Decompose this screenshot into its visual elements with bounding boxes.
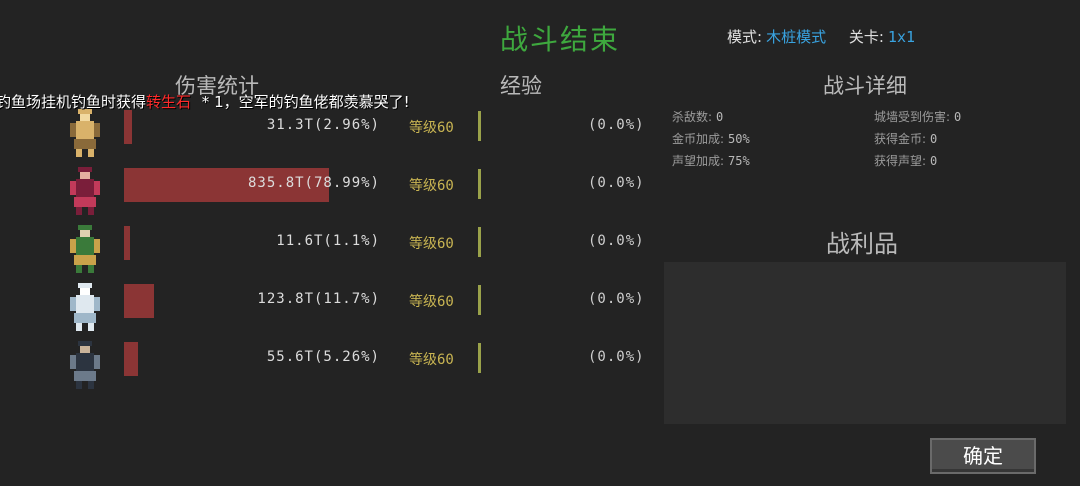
exp-percent: (0.0%) [588,233,645,249]
kills-value: 0 [716,110,724,124]
wall-damage-label: 城墙受到伤害: [874,110,951,124]
exp-heading: 经验 [500,74,542,98]
hero-level: 等级60 [409,352,454,368]
notice-suffix: ，空军的钓鱼佬都羡慕哭了! [223,93,410,111]
system-notice: 钓鱼场挂机钓鱼时获得转生石 * 1，空军的钓鱼佬都羡慕哭了! [0,91,410,112]
stage-value: 1x1 [887,28,916,46]
damage-value: 55.6T(5.26%) [266,349,380,365]
gold-bonus-label: 金币加成: [672,132,725,146]
battle-detail-heading: 战斗详细 [823,74,907,98]
hero-row: 11.6T(1.1%) 等级60 (0.0%) [60,223,660,273]
exp-percent: (0.0%) [588,291,645,307]
kills-stat: 杀敌数: 0 [672,108,723,125]
gold-bonus-value: 50% [728,132,750,146]
hero-portrait [60,281,110,333]
hero-row: 835.8T(78.99%) 等级60 (0.0%) [60,165,660,215]
hero-level: 等级60 [409,294,454,310]
damage-bar [124,110,132,144]
notice-prefix: 钓鱼场挂机钓鱼时获得 [0,93,147,111]
gold-gain-label: 获得金币: [874,132,927,146]
gold-gain-stat: 获得金币: 0 [874,130,937,147]
hero-portrait [60,339,110,391]
hero-portrait [60,107,110,159]
hero-portrait [60,223,110,275]
damage-value: 31.3T(2.96%) [266,117,380,133]
damage-bar [124,342,138,376]
gold-gain-value: 0 [930,132,938,146]
damage-bar [124,226,130,260]
notice-count: 1 [214,93,224,111]
damage-value: 11.6T(1.1%) [276,233,380,249]
loot-panel [664,262,1066,424]
hero-level: 等级60 [409,236,454,252]
mode-value: 木桩模式 [766,28,827,46]
exp-percent: (0.0%) [588,117,645,133]
confirm-button[interactable]: 确定 [930,438,1036,474]
wall-damage-stat: 城墙受到伤害: 0 [874,108,961,125]
hero-portrait [60,165,110,217]
exp-bar [478,111,481,141]
exp-percent: (0.0%) [588,349,645,365]
gold-bonus-stat: 金币加成: 50% [672,130,750,147]
reputation-bonus-stat: 声望加成: 75% [672,152,750,169]
damage-value: 835.8T(78.99%) [247,175,380,191]
hero-row: 31.3T(2.96%) 等级60 (0.0%) [60,107,660,157]
exp-bar [478,169,481,199]
exp-bar [478,343,481,373]
battle-end-title: 战斗结束 [499,23,620,56]
reputation-gain-label: 获得声望: [874,154,927,168]
hero-level: 等级60 [409,178,454,194]
exp-percent: (0.0%) [588,175,645,191]
hero-level: 等级60 [409,120,454,136]
mode-stage-info: 模式: 木桩模式 关卡: 1x1 [727,26,915,47]
kills-label: 杀敌数: [672,110,713,124]
hero-row: 55.6T(5.26%) 等级60 (0.0%) [60,339,660,389]
damage-value: 123.8T(11.7%) [257,291,380,307]
reputation-gain-stat: 获得声望: 0 [874,152,937,169]
stage-label: 关卡: [848,28,884,46]
notice-item: 转生石 [146,93,192,111]
exp-bar [478,227,481,257]
loot-heading: 战利品 [826,230,898,258]
exp-bar [478,285,481,315]
hero-row: 123.8T(11.7%) 等级60 (0.0%) [60,281,660,331]
wall-damage-value: 0 [954,110,962,124]
mode-label: 模式: [727,28,763,46]
reputation-bonus-label: 声望加成: [672,154,725,168]
reputation-bonus-value: 75% [728,154,750,168]
reputation-gain-value: 0 [930,154,938,168]
notice-star: * [201,93,211,111]
